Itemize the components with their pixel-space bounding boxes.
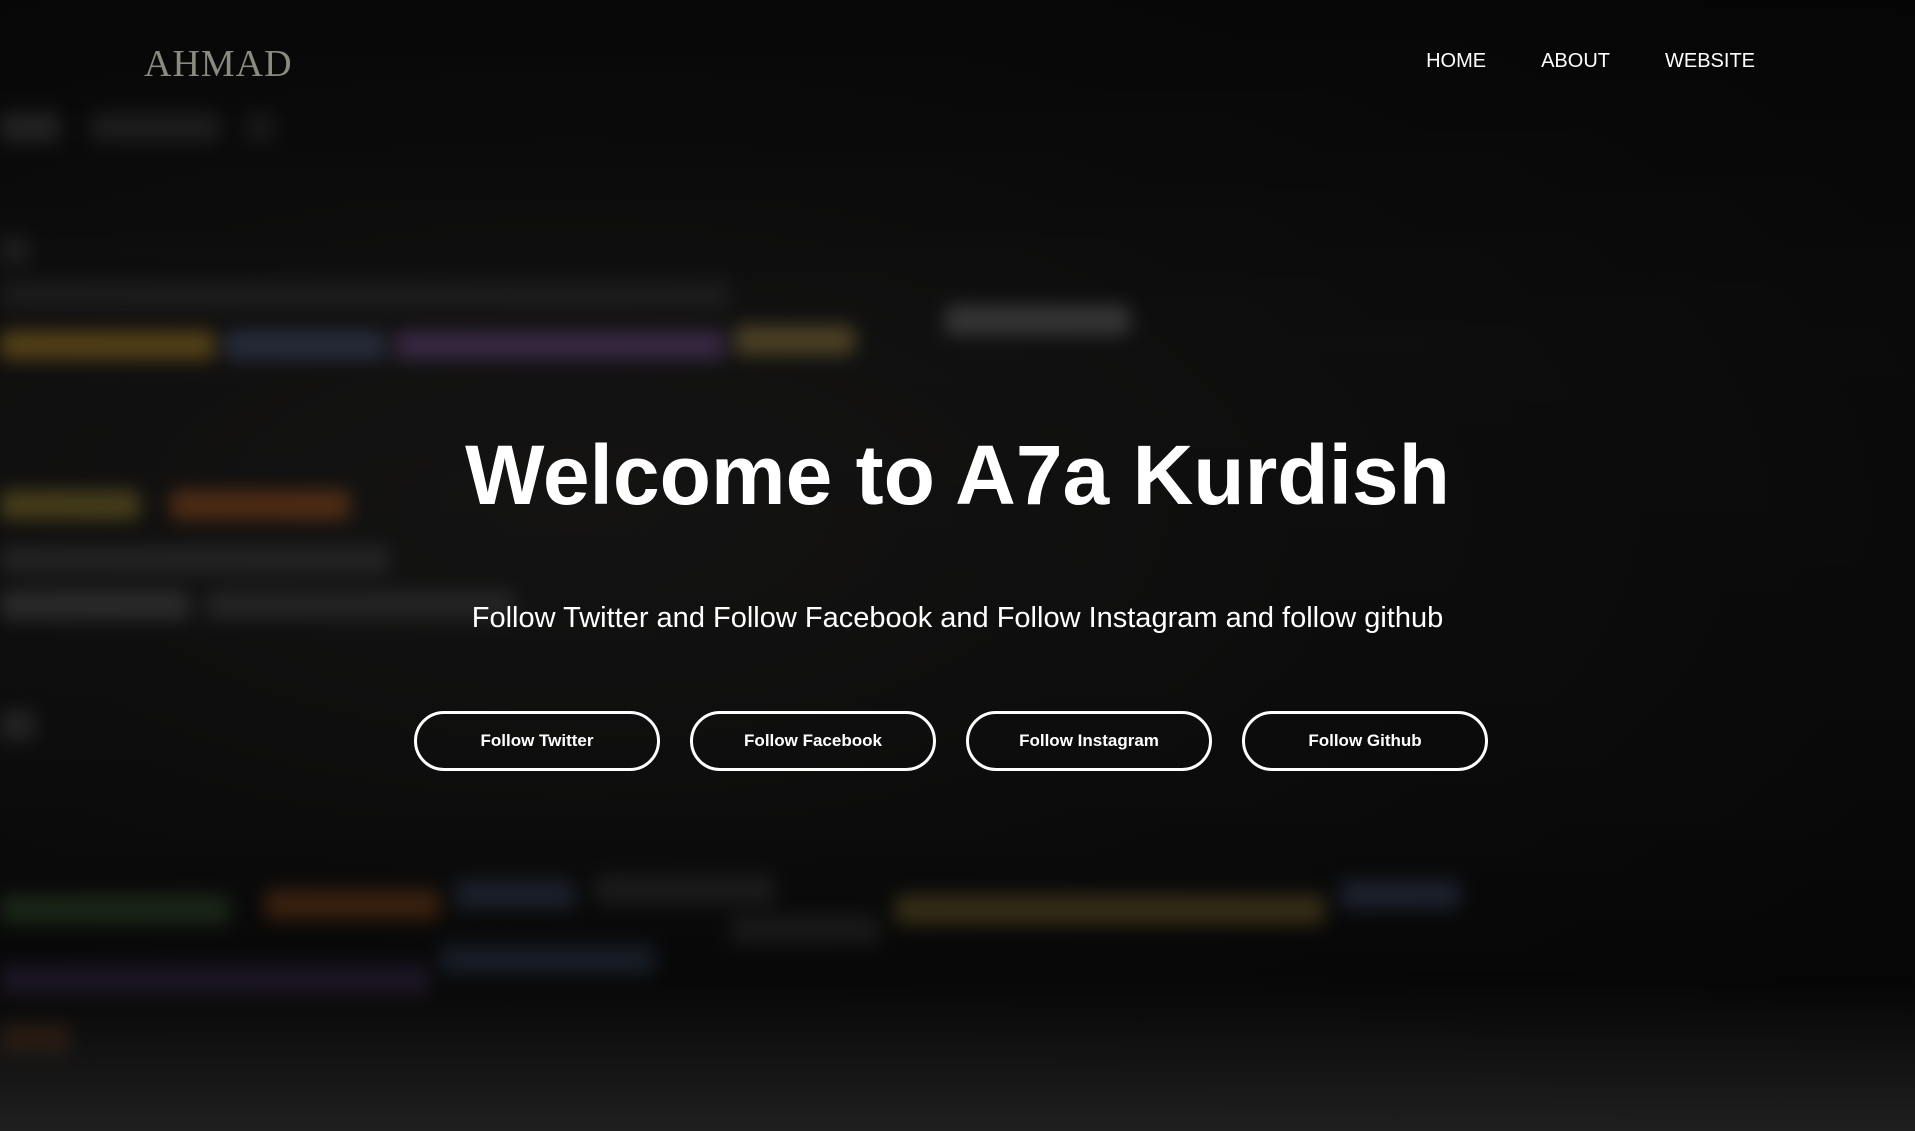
hero-title: Welcome to A7a Kurdish [465,428,1450,522]
follow-github-button[interactable]: Follow Github [1242,711,1488,771]
social-buttons: Follow Twitter Follow Facebook Follow In… [414,711,1488,771]
follow-instagram-button[interactable]: Follow Instagram [966,711,1212,771]
follow-twitter-button[interactable]: Follow Twitter [414,711,660,771]
follow-facebook-button[interactable]: Follow Facebook [690,711,936,771]
nav-home-link[interactable]: HOME [1426,50,1486,73]
nav-about-link[interactable]: ABOUT [1541,50,1610,73]
hero-subtitle: Follow Twitter and Follow Facebook and F… [471,602,1444,634]
nav-website-link[interactable]: WEBSITE [1665,50,1755,73]
background-overlay [0,0,1915,1131]
hero-section: AHMAD HOME ABOUT WEBSITE Welcome to A7a … [0,0,1915,1131]
background-band [0,981,1915,1131]
main-nav: HOME ABOUT WEBSITE [1426,50,1755,73]
site-logo[interactable]: AHMAD [144,42,293,86]
